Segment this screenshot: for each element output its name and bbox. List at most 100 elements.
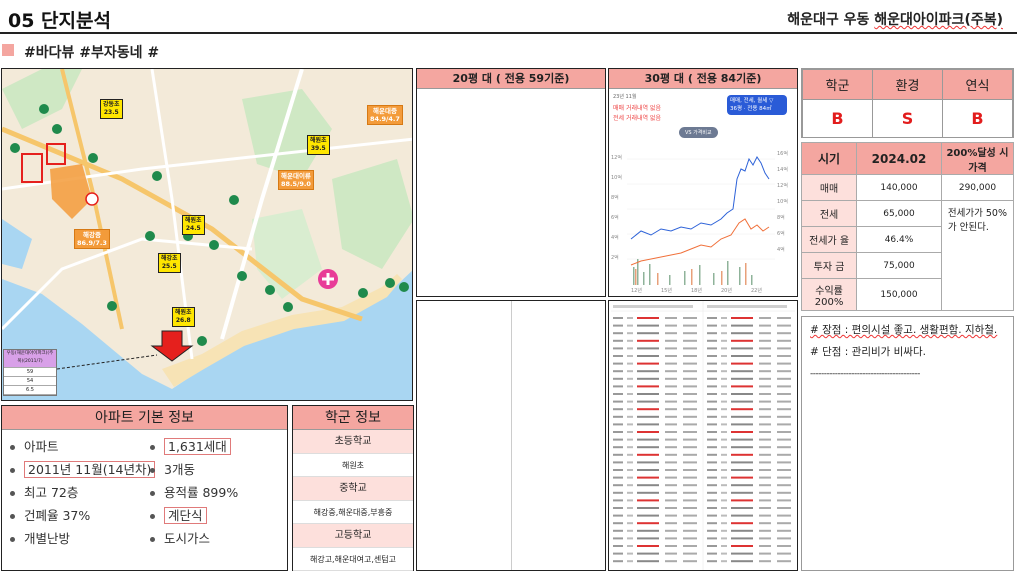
hashtags: #바다뷰 #부자동네 # xyxy=(24,45,160,61)
table-cell xyxy=(721,332,727,335)
table-cell xyxy=(721,438,727,441)
table-cell xyxy=(665,324,677,327)
table-cell xyxy=(665,499,677,502)
table-cell xyxy=(759,476,771,479)
table-cell xyxy=(683,415,697,418)
apt-bcr: 건폐율 37% xyxy=(10,505,90,524)
table-cell xyxy=(707,560,717,563)
table-cell xyxy=(777,484,791,487)
table-cell xyxy=(707,545,717,547)
table-cell xyxy=(731,355,753,357)
table-cell xyxy=(731,469,753,471)
table-cell xyxy=(777,469,791,471)
table-cell xyxy=(613,400,623,403)
table-cell xyxy=(731,499,753,502)
apt-built: 2011년 11월(14년차) xyxy=(10,459,156,478)
table-cell xyxy=(731,400,753,403)
table-cell xyxy=(683,491,697,494)
table-cell xyxy=(721,499,727,502)
svg-text:4억: 4억 xyxy=(777,246,785,253)
table-cell xyxy=(683,339,697,342)
table-cell xyxy=(665,514,677,517)
grade-header-school: 학군 xyxy=(802,69,873,100)
table-cell xyxy=(683,324,697,327)
complex-name: 해운대아이파크(주복) xyxy=(874,12,1003,28)
table-cell xyxy=(637,408,659,411)
table-cell xyxy=(637,438,659,441)
table-cell xyxy=(665,317,677,319)
table-cell xyxy=(665,393,677,395)
table-cell xyxy=(721,514,727,517)
table-cell xyxy=(721,560,727,563)
price-row-target: 290,000 xyxy=(940,174,1015,201)
school-value: 해강중,해운대중,부흥중 xyxy=(293,501,413,524)
table-cell xyxy=(707,431,717,433)
table-cell xyxy=(721,431,727,433)
table-cell xyxy=(759,423,771,426)
table-cell xyxy=(637,446,659,449)
location-map[interactable]: 강동초 23.5 해운대중 84.9/4.7 해원초 39.5 해운대이류 88.5/9… xyxy=(1,68,413,401)
notes-panel: # 장점 : 편의시설 좋고. 생활편함. 지하철. # 단점 : 관리비가 비… xyxy=(801,316,1014,571)
grade-header-env: 환경 xyxy=(872,69,943,100)
table-cell xyxy=(777,491,791,494)
school-category: 중학교 xyxy=(293,477,413,501)
table-cell xyxy=(613,453,623,456)
table-cell xyxy=(707,537,717,540)
table-cell xyxy=(707,461,717,464)
table-cell xyxy=(731,484,753,487)
table-cell xyxy=(759,408,771,411)
table-cell xyxy=(637,393,659,395)
table-cell xyxy=(707,415,717,418)
table-cell xyxy=(731,537,753,540)
table-cell xyxy=(637,362,659,365)
table-cell xyxy=(777,370,791,373)
table-cell xyxy=(613,529,623,532)
table-cell xyxy=(707,552,717,555)
table-cell xyxy=(665,469,677,471)
table-cell xyxy=(683,507,697,509)
table-cell xyxy=(759,537,771,540)
chart-plot: 16억 14억 12억 10억 8억 6억 4억 12억 10억 8억 6억 4… xyxy=(611,150,788,294)
transaction-list-30py[interactable] xyxy=(608,300,798,571)
table-cell xyxy=(665,377,677,380)
table-cell xyxy=(759,552,771,555)
table-cell xyxy=(683,552,697,555)
table-cell xyxy=(613,469,623,471)
table-cell xyxy=(637,339,659,342)
table-cell xyxy=(637,370,659,373)
table-cell xyxy=(721,484,727,487)
table-cell xyxy=(613,476,623,479)
table-cell xyxy=(613,362,623,365)
table-cell xyxy=(627,507,633,509)
table-cell xyxy=(731,560,753,563)
table-cell xyxy=(777,362,791,365)
table-cell xyxy=(637,529,659,532)
table-cell xyxy=(777,507,791,509)
table-cell xyxy=(777,499,791,502)
table-cell xyxy=(707,317,717,319)
table-cell xyxy=(637,507,659,509)
table-cell xyxy=(613,491,623,494)
table-cell xyxy=(707,446,717,449)
apartment-info-title: 아파트 기본 정보 xyxy=(2,406,287,430)
table-cell xyxy=(721,408,727,411)
table-cell xyxy=(777,529,791,532)
price-table: 시기 2024.02 200%달성 시 가격 매매 140,000 290,00… xyxy=(800,142,1015,312)
table-cell xyxy=(613,537,623,540)
grade-school: B xyxy=(802,99,873,138)
table-cell xyxy=(627,431,633,433)
table-cell xyxy=(777,385,791,388)
price-chart[interactable]: 23년 11월 매매 거래내역 없음 전세 거래내역 없음 매매, 전세, 월세… xyxy=(609,89,795,294)
table-cell xyxy=(613,415,623,418)
table-cell xyxy=(627,317,633,319)
table-cell xyxy=(683,545,697,547)
price-row-value: 65,000 xyxy=(856,200,942,227)
table-cell xyxy=(613,560,623,563)
table-cell xyxy=(731,393,753,395)
table-cell xyxy=(759,453,771,456)
apt-far: 용적률 899% xyxy=(150,482,238,501)
table-cell xyxy=(627,453,633,456)
svg-text:22년: 22년 xyxy=(751,287,762,294)
table-cell xyxy=(721,317,727,319)
apt-households: 1,631세대 xyxy=(150,436,231,455)
